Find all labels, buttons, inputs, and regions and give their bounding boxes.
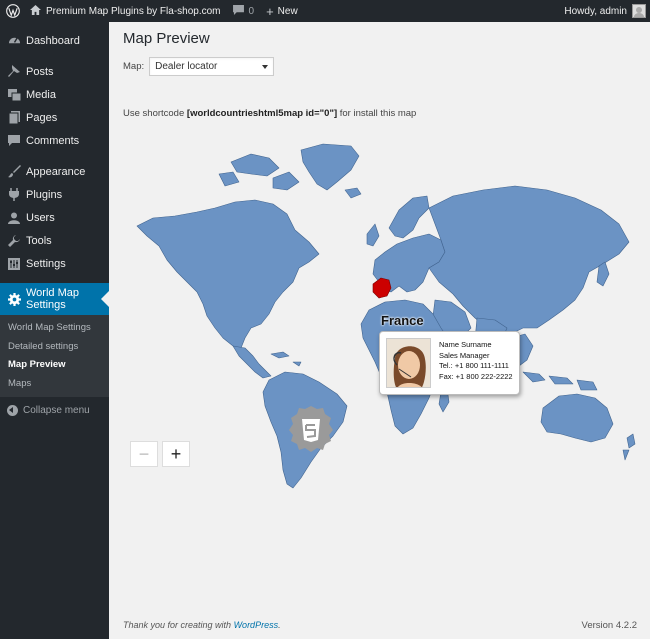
sidebar-item-label: Appearance: [26, 165, 86, 178]
pages-icon: [7, 111, 21, 125]
footer-thanks: Thank you for creating with WordPress.: [123, 620, 281, 630]
shortcode-prefix: Use shortcode: [123, 108, 187, 119]
submenu-item-world-map-settings[interactable]: World Map Settings: [0, 319, 109, 338]
dealer-fax: Fax: +1 800 222-2222: [439, 371, 513, 381]
sidebar-item-label: Tools: [26, 234, 52, 247]
my-account-link[interactable]: Howdy, admin: [558, 0, 650, 22]
sidebar-item-label: Settings: [26, 257, 66, 270]
submenu: World Map Settings Detailed settings Map…: [0, 315, 109, 397]
shortcode-code: [worldcountrieshtml5map id="0"]: [186, 108, 338, 119]
collapse-menu-button[interactable]: Collapse menu: [0, 399, 109, 421]
footer-thanks-prefix: Thank you for creating with: [123, 620, 234, 630]
zoom-out-button[interactable]: −: [130, 441, 158, 467]
comments-link[interactable]: 0: [227, 0, 261, 22]
shortcode-hint: Use shortcode [worldcountrieshtml5map id…: [123, 108, 416, 119]
wordpress-logo-icon[interactable]: [2, 0, 24, 22]
country-label: France: [381, 313, 424, 328]
howdy-text: Howdy, admin: [564, 5, 627, 17]
shortcode-suffix: for install this map: [337, 108, 417, 119]
page-title: Map Preview: [123, 30, 210, 47]
dropdown-arrow-icon: [262, 64, 269, 69]
dealer-tooltip: Name Surname Sales Manager Tel.: +1 800 …: [379, 331, 520, 395]
indonesia[interactable]: [522, 371, 598, 391]
submenu-item-map-preview[interactable]: Map Preview: [0, 356, 109, 375]
admin-bar: Premium Map Plugins by Fla-shop.com 0 + …: [0, 0, 650, 22]
arctic-islands[interactable]: [218, 153, 300, 191]
map-select[interactable]: Dealer locator: [149, 57, 275, 76]
plug-icon: [7, 188, 21, 202]
label-line-2: Settings: [26, 299, 66, 311]
plus-icon: +: [266, 3, 274, 19]
sidebar-item-label: Plugins: [26, 188, 63, 201]
sidebar-item-appearance[interactable]: Appearance: [0, 160, 109, 183]
sidebar-item-posts[interactable]: Posts: [0, 60, 109, 83]
site-name: Premium Map Plugins by Fla-shop.com: [46, 5, 221, 17]
brush-icon: [7, 165, 21, 179]
media-icon: [7, 88, 21, 102]
gear-icon: [7, 292, 21, 306]
sidebar-item-settings[interactable]: Settings: [0, 252, 109, 275]
sidebar-item-label: Dashboard: [26, 34, 80, 47]
comments-count: 0: [248, 5, 255, 17]
sidebar-item-label: Pages: [26, 111, 58, 124]
wrench-icon: [7, 234, 21, 248]
wordpress-link[interactable]: WordPress: [234, 620, 279, 630]
sidebar-item-comments[interactable]: Comments: [0, 129, 109, 152]
map-label: Map:: [123, 61, 145, 72]
sidebar-item-tools[interactable]: Tools: [0, 229, 109, 252]
dashboard-icon: [7, 34, 21, 48]
submenu-item-detailed-settings[interactable]: Detailed settings: [0, 338, 109, 357]
uk[interactable]: [366, 223, 380, 247]
sidebar-item-label: Posts: [26, 65, 54, 78]
users-icon: [7, 211, 21, 225]
iceland[interactable]: [344, 187, 362, 199]
map-select-row: Map: Dealer locator: [123, 57, 275, 76]
sidebar-item-dashboard[interactable]: Dashboard: [0, 29, 109, 52]
home-icon: [30, 4, 41, 18]
dealer-info: Name Surname Sales Manager Tel.: +1 800 …: [439, 340, 513, 382]
sidebar-item-world-map-settings[interactable]: World Map Settings: [0, 283, 109, 315]
dealer-name: Name Surname: [439, 340, 492, 349]
new-content-link[interactable]: + New: [260, 0, 304, 22]
site-name-link[interactable]: Premium Map Plugins by Fla-shop.com: [24, 0, 227, 22]
france-highlight[interactable]: [372, 277, 392, 299]
admin-sidebar: Dashboard Posts Media Pages Comments App…: [0, 22, 109, 639]
australia[interactable]: [540, 393, 614, 443]
sidebar-item-pages[interactable]: Pages: [0, 106, 109, 129]
sidebar-item-label: World Map Settings: [26, 287, 79, 311]
sidebar-item-label: Comments: [26, 134, 80, 147]
sidebar-item-plugins[interactable]: Plugins: [0, 183, 109, 206]
main-content: Map Preview Map: Dealer locator Use shor…: [109, 22, 650, 639]
footer-thanks-suffix: .: [278, 620, 281, 630]
greenland[interactable]: [300, 143, 360, 191]
dealer-tel: Tel.: +1 800 111-1111: [439, 361, 509, 370]
collapse-arrow-icon: [7, 404, 18, 416]
central-america[interactable]: [232, 345, 272, 379]
settings-icon: [7, 257, 21, 271]
zoom-in-button[interactable]: +: [162, 441, 190, 467]
caribbean[interactable]: [270, 351, 302, 367]
world-map[interactable]: [123, 132, 638, 492]
map-select-value: Dealer locator: [155, 61, 218, 72]
sidebar-item-media[interactable]: Media: [0, 83, 109, 106]
avatar: [632, 4, 646, 18]
sidebar-item-users[interactable]: Users: [0, 206, 109, 229]
scandinavia[interactable]: [388, 195, 430, 239]
new-label: New: [277, 5, 298, 17]
dealer-role: Sales Manager: [439, 350, 490, 360]
label-line-1: World Map: [26, 287, 79, 299]
comment-bubble-icon: [232, 4, 244, 18]
north-america[interactable]: [136, 199, 320, 349]
new-zealand[interactable]: [622, 433, 636, 461]
footer-version: Version 4.2.2: [581, 620, 637, 631]
sidebar-item-label: Users: [26, 211, 55, 224]
submenu-item-maps[interactable]: Maps: [0, 375, 109, 394]
comment-icon: [7, 134, 21, 148]
dealer-photo: [386, 338, 431, 388]
pin-icon: [7, 65, 21, 79]
sidebar-item-label: Media: [26, 88, 56, 101]
collapse-label: Collapse menu: [23, 404, 90, 416]
